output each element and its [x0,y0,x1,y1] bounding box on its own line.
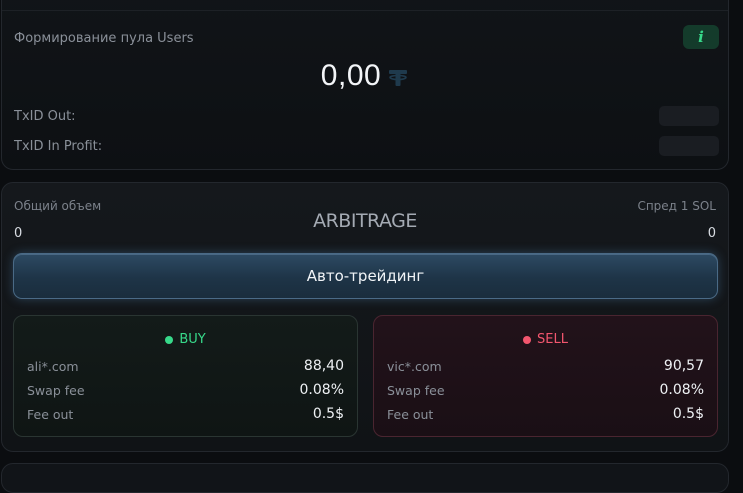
pool-amount-value: 0,00 [320,59,382,92]
buy-dot-icon [165,335,174,344]
divider [2,10,728,11]
buy-fee-out-label: Fee out [27,406,74,422]
buy-exchange-row: ali*.com 88,40 [27,358,344,374]
sell-exchange: vic*.com [387,358,442,374]
buy-title: BUY [179,332,206,347]
info-button[interactable]: i [683,25,719,49]
total-volume-value: 0 [14,226,23,241]
scrollbar-track[interactable] [736,0,743,472]
spread-value: 0 [707,226,716,241]
sell-swap-fee-row: Swap fee 0.08% [387,382,704,398]
buy-exchange: ali*.com [27,358,79,374]
arbitrage-title: ARBITRAGE [313,210,417,232]
sell-swap-fee-label: Swap fee [387,382,445,398]
next-card [1,463,729,493]
arbitrage-card: Общий объем Спред 1 SOL ARBITRAGE 0 0 Ав… [1,182,729,452]
sell-title: SELL [537,332,568,347]
txid-out-field[interactable] [659,106,719,126]
sell-swap-fee-value: 0.08% [659,382,704,398]
buy-swap-fee-value: 0.08% [299,382,344,398]
buy-fee-out-row: Fee out 0.5$ [27,406,344,422]
auto-trading-button[interactable]: Авто-трейдинг [13,253,718,299]
txid-in-profit-label: TxID In Profit: [14,139,103,154]
buy-swap-fee-row: Swap fee 0.08% [27,382,344,398]
sell-card: SELL vic*.com 90,57 Swap fee 0.08% Fee o… [373,315,718,437]
sell-dot-icon [523,335,532,344]
pool-label: Формирование пула Users [14,31,194,46]
sell-price: 90,57 [663,358,704,374]
sell-exchange-row: vic*.com 90,57 [387,358,704,374]
buy-fee-out-value: 0.5$ [312,406,344,422]
buy-price: 88,40 [303,358,344,374]
tether-icon [389,70,408,86]
pool-card: Формирование пула Users i 0,00 TxID Out:… [1,0,729,170]
buy-card: BUY ali*.com 88,40 Swap fee 0.08% Fee ou… [13,315,358,437]
sell-fee-out-value: 0.5$ [672,406,704,422]
txid-out-label: TxID Out: [14,109,76,124]
buy-header: BUY [14,332,357,347]
buy-swap-fee-label: Swap fee [27,382,85,398]
sell-header: SELL [374,332,717,347]
txid-in-profit-field[interactable] [659,136,719,156]
sell-fee-out-row: Fee out 0.5$ [387,406,704,422]
pool-amount: 0,00 [2,59,728,93]
sell-fee-out-label: Fee out [387,406,434,422]
